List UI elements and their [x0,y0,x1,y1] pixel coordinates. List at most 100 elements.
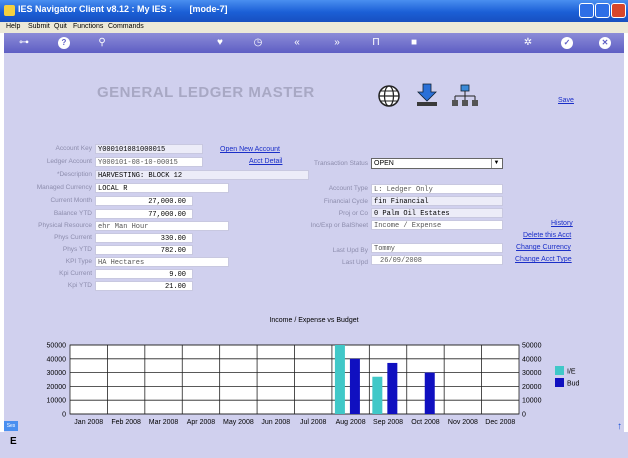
gear-icon[interactable]: ✲ [522,37,534,49]
legend-label-1: Bud [567,381,580,388]
forward-icon[interactable]: » [331,37,343,49]
current-month-field: 27,000.00 [95,196,193,206]
menu-bar: Help Submit Quit Functions Commands [0,22,628,33]
menu-functions[interactable]: Functions [73,23,103,30]
balance-ytd-label: Balance YTD [53,210,92,217]
bar-bud-8 [387,362,398,414]
last-upd-label: Last Upd [341,259,368,266]
income-expense-chart: 50000 40000 30000 20000 10000 0 50000 40000 300… [47,343,580,427]
menu-submit[interactable]: Submit [28,23,50,30]
x-tick-label: Aug 2008 [336,419,366,426]
heart-icon[interactable]: ♥ [214,37,226,49]
y-tick-label-left: 40000 [47,356,67,363]
x-tick-label: May 2008 [223,419,254,426]
menu-quit[interactable]: Quit [54,23,67,30]
x-tick-label: Nov 2008 [448,419,478,426]
help-icon[interactable]: ? [58,37,70,49]
transaction-status-value: OPEN [374,160,394,167]
transaction-status-label: Transaction Status [314,160,368,167]
description-label: *Description [56,171,92,178]
phys-current-label: Phys Current [54,234,92,241]
download-icon[interactable] [414,82,440,108]
session-tab[interactable]: Ses [4,421,18,431]
key-icon[interactable]: ⊶ [12,37,36,49]
menu-commands[interactable]: Commands [108,23,144,30]
scroll-up-icon[interactable]: ↑ [617,421,622,432]
financial-cycle-field[interactable]: fin Financial [371,196,503,206]
save-link[interactable]: Save [558,97,574,104]
minimize-button[interactable] [579,3,594,18]
legend-label-0: I/E [567,369,576,376]
account-key-field[interactable]: Y000101081000015 [95,144,203,154]
physical-resource-field[interactable]: ehr Man Hour [95,221,229,231]
app-icon [4,5,15,16]
bar-bud-9 [424,372,435,414]
y-tick-label-right: 30000 [522,370,542,377]
description-field[interactable]: HARVESTING: BLOCK 12 [95,170,309,180]
stop-icon[interactable]: ■ [408,37,420,49]
globe-icon[interactable] [377,84,401,108]
open-new-account-link[interactable]: Open New Account [220,146,280,153]
close-icon[interactable]: ✕ [599,37,611,49]
status-bar: Ses E ↑ [0,421,628,458]
bar-ie-8 [372,376,383,414]
kpi-ytd-field: 21.00 [95,281,193,291]
title-bar: IES Navigator Client v8.12 : My IES : [m… [0,0,628,22]
y-tick-label-right: 40000 [522,356,542,363]
bar-bud-7 [349,358,360,414]
balance-ytd-field: 77,000.00 [95,209,193,219]
bar-ie-7 [334,345,345,414]
x-tick-label: Sep 2008 [373,419,403,426]
legend-swatch-0 [555,366,564,375]
delete-acct-link[interactable]: Delete this Acct [523,232,571,239]
network-icon[interactable] [451,84,479,108]
search-icon[interactable]: ⚲ [96,37,108,49]
proj-or-co-field[interactable]: 0 Palm Oil Estates [371,208,503,218]
last-upd-field: 26/09/2008 [371,255,503,265]
managed-currency-label: Managed Currency [36,184,92,191]
inc-exp-label: Inc/Exp or BalSheet [310,222,368,229]
x-tick-label: Jun 2008 [261,419,290,426]
y-tick-label-right: 20000 [522,384,542,391]
legend-swatch-1 [555,378,564,387]
phys-ytd-field: 782.00 [95,245,193,255]
account-key-label: Account Key [55,145,93,152]
x-tick-label: Dec 2008 [485,419,515,426]
close-window-button[interactable] [611,3,626,18]
check-icon[interactable]: ✓ [561,37,573,49]
transaction-status-select[interactable]: OPEN ▼ [371,158,503,169]
clock-icon[interactable]: ◷ [252,37,264,49]
last-upd-by-field: Tommy [371,243,503,253]
y-tick-label-left: 10000 [47,398,67,405]
y-tick-label-right: 0 [522,412,526,419]
acct-detail-link[interactable]: Acct Detail [249,158,282,165]
phys-current-field: 330.00 [95,233,193,243]
x-tick-label: Apr 2008 [187,419,216,426]
ledger-account-label: Ledger Account [46,158,92,165]
kpi-type-field[interactable]: HA Hectares [95,257,229,267]
ledger-account-field[interactable]: Y000101-08-10-00015 [95,157,203,167]
managed-currency-field[interactable]: LOCAL R [95,183,229,193]
physical-resource-label: Physical Resource [38,222,92,229]
kpi-current-field: 9.00 [95,269,193,279]
menu-help[interactable]: Help [6,23,20,30]
y-tick-label-left: 30000 [47,370,67,377]
x-tick-label: Mar 2008 [149,419,179,426]
toolbar: ⊶ ? ⚲ ♥ ◷ « » Π ■ ✲ ✓ ✕ [4,33,624,53]
status-letter: E [10,436,17,447]
change-currency-link[interactable]: Change Currency [516,244,571,251]
kpi-ytd-label: Kpi YTD [67,282,92,289]
change-acct-type-link[interactable]: Change Acct Type [515,256,572,263]
chevron-down-icon[interactable]: ▼ [491,159,501,168]
maximize-button[interactable] [595,3,610,18]
proj-or-co-label: Proj or Co [338,210,368,217]
history-link[interactable]: History [551,220,573,227]
column-icon[interactable]: Π [370,37,382,49]
inc-exp-field[interactable]: Income / Expense [371,220,503,230]
back-icon[interactable]: « [291,37,303,49]
page-title: GENERAL LEDGER MASTER [97,84,315,101]
y-tick-label-left: 50000 [47,343,67,350]
account-type-field[interactable]: L: Ledger Only [371,184,503,194]
current-month-label: Current Month [50,197,92,204]
y-tick-label-left: 20000 [47,384,67,391]
